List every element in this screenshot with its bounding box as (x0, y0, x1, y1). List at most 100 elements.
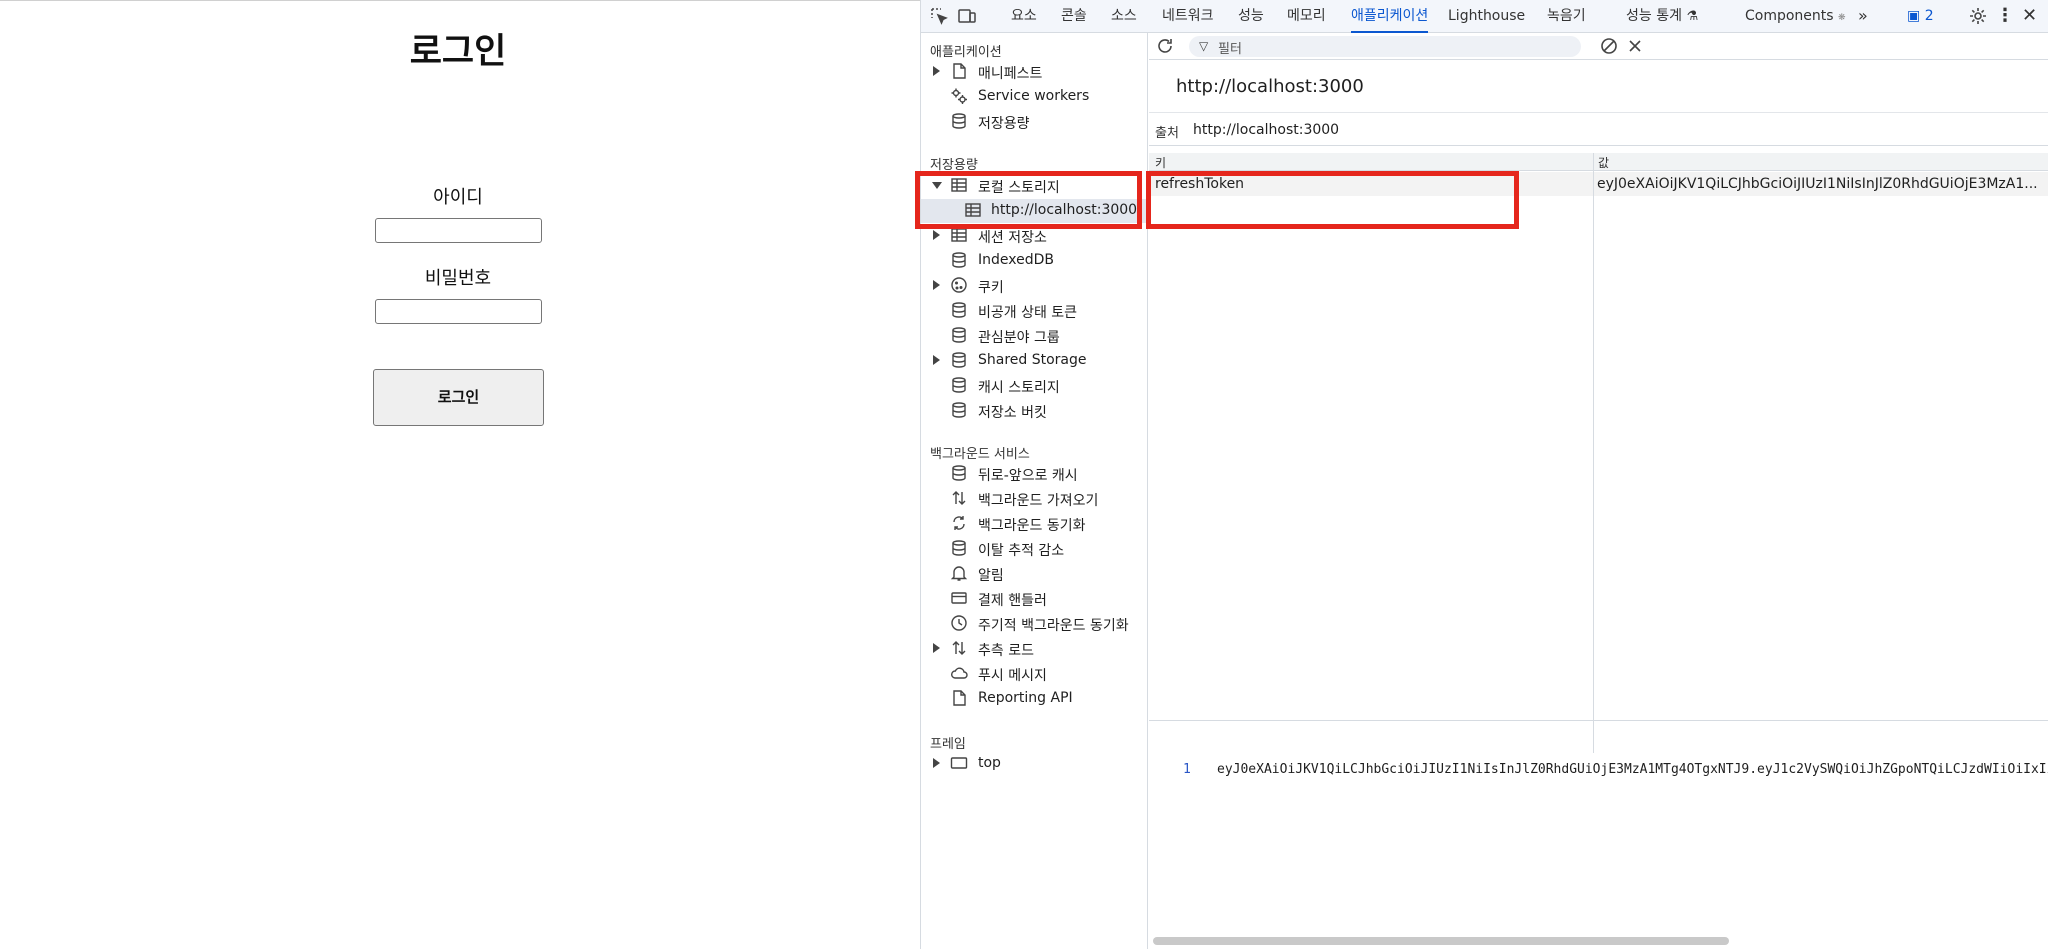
tab-recorder[interactable]: 녹음기 (1547, 0, 1586, 33)
settings-gear-icon[interactable] (1968, 6, 1988, 26)
origin-title: http://localhost:3000 (1176, 76, 1364, 97)
expand-arrow-icon[interactable] (933, 355, 940, 365)
tab-memory[interactable]: 메모리 (1287, 0, 1326, 33)
tab-lighthouse[interactable]: Lighthouse (1448, 0, 1525, 33)
column-header-value[interactable]: 값 (1598, 154, 1609, 171)
section-storage: 저장용량 (930, 158, 978, 173)
cloud-icon (950, 664, 970, 684)
database-icon (950, 301, 970, 321)
login-button[interactable]: 로그인 (373, 369, 544, 426)
sidebar-item-private-state-tokens[interactable]: 비공개 상태 토큰 (921, 299, 1147, 323)
sidebar-item-label: http://localhost:3000 (991, 202, 1138, 218)
sidebar-item-session-storage[interactable]: 세션 저장소 (921, 224, 1147, 248)
sidebar-item-label: 로컬 스토리지 (978, 180, 1060, 196)
sidebar-item-label: 관심분야 그룹 (978, 330, 1060, 346)
filter-input[interactable]: ▽ 필터 (1189, 36, 1581, 57)
database-icon (950, 401, 970, 421)
database-icon (950, 464, 970, 484)
sidebar-item-notifications[interactable]: 알림 (921, 562, 1147, 586)
sidebar-item-background-sync[interactable]: 백그라운드 동기화 (921, 512, 1147, 536)
flask-icon: ⚗ (1686, 9, 1699, 24)
sidebar-item-service-workers[interactable]: Service workers (921, 85, 1147, 109)
issues-counter[interactable]: ▣ 2 (1907, 0, 1934, 33)
tab-console[interactable]: 콘솔 (1061, 0, 1087, 33)
expand-arrow-icon[interactable] (933, 758, 940, 768)
tab-components-label: Components (1745, 8, 1834, 24)
id-input[interactable] (375, 218, 542, 243)
column-header-key[interactable]: 키 (1155, 154, 1166, 171)
sidebar-item-cookies[interactable]: 쿠키 (921, 274, 1147, 298)
sidebar-item-bounce-tracking[interactable]: 이탈 추적 감소 (921, 537, 1147, 561)
sidebar-item-storage-buckets[interactable]: 저장소 버킷 (921, 399, 1147, 423)
tab-performance-insights-label: 성능 통계 (1626, 8, 1682, 24)
components-badge-icon: ❋ (1838, 13, 1846, 23)
value-preview: 1 eyJ0eXAiOiJKV1QiLCJhbGciOiJIUzI1NiIsIn… (1149, 720, 2048, 930)
tab-components[interactable]: Components ❋ (1745, 0, 1846, 33)
more-tabs-icon[interactable]: » (1858, 0, 1868, 33)
close-devtools-icon[interactable]: ✕ (2022, 0, 2037, 33)
tab-network[interactable]: 네트워크 (1162, 0, 1214, 33)
database-icon (950, 112, 970, 132)
expand-arrow-icon[interactable] (933, 66, 940, 76)
sidebar-item-background-fetch[interactable]: 백그라운드 가져오기 (921, 487, 1147, 511)
sidebar-item-manifest[interactable]: 매니페스트 (921, 60, 1147, 84)
sidebar-item-interest-groups[interactable]: 관심분야 그룹 (921, 324, 1147, 348)
sidebar-item-shared-storage[interactable]: Shared Storage (921, 349, 1147, 373)
sidebar-item-local-storage-origin[interactable]: http://localhost:3000 (921, 199, 1147, 223)
inspect-element-icon[interactable] (929, 6, 949, 26)
sidebar-item-label: top (978, 755, 1001, 771)
sidebar-item-frame-top[interactable]: top (921, 752, 1147, 776)
cookie-icon (950, 276, 970, 296)
sidebar-item-label: Shared Storage (978, 352, 1087, 368)
column-divider[interactable] (1593, 153, 1594, 753)
sidebar-item-periodic-background-sync[interactable]: 주기적 백그라운드 동기화 (921, 612, 1147, 636)
sidebar-item-storage[interactable]: 저장용량 (921, 110, 1147, 134)
section-background-services: 백그라운드 서비스 (930, 447, 1030, 462)
device-toolbar-icon[interactable] (957, 6, 977, 26)
preview-value-text: eyJ0eXAiOiJKV1QiLCJhbGciOiJIUzI1NiIsInJl… (1217, 762, 2048, 777)
expand-arrow-icon[interactable] (933, 643, 940, 653)
origin-label: 출처 (1155, 126, 1179, 141)
preview-line-number: 1 (1183, 762, 1191, 777)
delete-selected-icon[interactable] (1625, 36, 1645, 56)
expand-arrow-icon[interactable] (933, 280, 940, 290)
expand-arrow-icon[interactable] (933, 230, 940, 240)
sidebar-item-payment-handler[interactable]: 결제 핸들러 (921, 587, 1147, 611)
tab-performance[interactable]: 성능 (1238, 0, 1264, 33)
more-options-icon[interactable]: ⋮ (1996, 0, 2014, 33)
sidebar-item-label: IndexedDB (978, 252, 1054, 268)
frame-window-icon (950, 754, 970, 774)
devtools-panel: 요소 콘솔 소스 네트워크 성능 메모리 애플리케이션 Lighthouse 녹… (915, 0, 2048, 949)
bell-icon (950, 564, 970, 584)
database-icon (950, 251, 970, 271)
password-label: 비밀번호 (424, 268, 492, 289)
sidebar-item-speculative-loads[interactable]: 추측 로드 (921, 637, 1147, 661)
horizontal-scrollbar[interactable] (1153, 937, 1729, 945)
collapse-arrow-icon[interactable] (932, 182, 942, 189)
sidebar-item-label: 캐시 스토리지 (978, 380, 1060, 396)
sidebar-item-push-messaging[interactable]: 푸시 메시지 (921, 662, 1147, 686)
tab-application[interactable]: 애플리케이션 (1351, 0, 1429, 33)
sidebar-item-indexeddb[interactable]: IndexedDB (921, 249, 1147, 273)
table-row[interactable]: refreshToken eyJ0eXAiOiJKV1QiLCJhbGciOiJ… (1149, 172, 2048, 196)
password-input[interactable] (375, 299, 542, 324)
sidebar-item-bfcache[interactable]: 뒤로-앞으로 캐시 (921, 462, 1147, 486)
sync-icon (950, 514, 970, 534)
sidebar-item-cache-storage[interactable]: 캐시 스토리지 (921, 374, 1147, 398)
tab-elements[interactable]: 요소 (1011, 0, 1037, 33)
tab-sources[interactable]: 소스 (1111, 0, 1137, 33)
sidebar-item-label: 알림 (978, 568, 1004, 584)
sidebar-item-label: 결제 핸들러 (978, 593, 1047, 609)
sidebar-item-local-storage[interactable]: 로컬 스토리지 (921, 174, 1147, 198)
sidebar-item-label: 비공개 상태 토큰 (978, 305, 1078, 321)
table-icon (950, 176, 970, 196)
clear-all-icon[interactable] (1599, 36, 1619, 56)
row-key: refreshToken (1155, 176, 1245, 192)
tab-performance-insights[interactable]: 성능 통계 ⚗ (1626, 0, 1698, 33)
local-storage-view: ▽ 필터 http://localhost:3000 출처 http://loc… (1149, 33, 2048, 949)
sidebar-item-reporting-api[interactable]: Reporting API (921, 687, 1147, 711)
table-icon (950, 226, 970, 246)
sidebar-item-label: 쿠키 (978, 280, 1004, 296)
refresh-icon[interactable] (1155, 36, 1175, 56)
storage-table: 키 값 refreshToken eyJ0eXAiOiJKV1QiLCJhbGc… (1149, 153, 2048, 753)
